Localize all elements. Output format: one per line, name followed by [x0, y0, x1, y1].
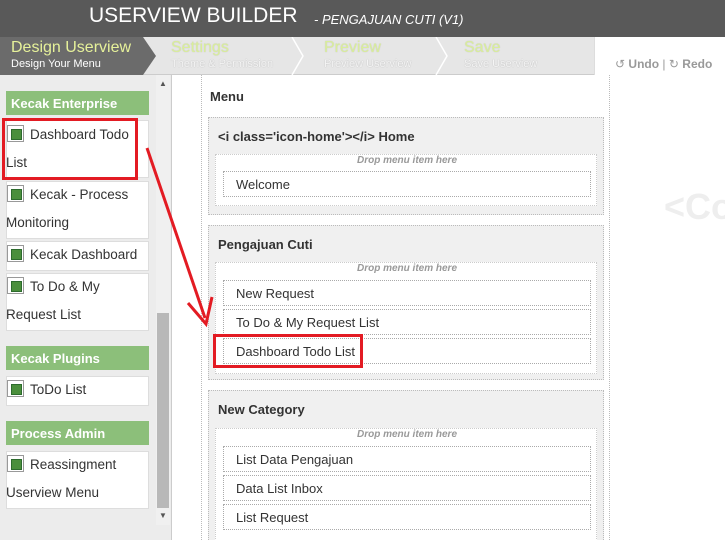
menu-element-icon [7, 277, 24, 294]
palette-item-kecak-dashboard[interactable]: Kecak Dashboard [6, 241, 149, 269]
step-save[interactable]: Save Save Userview [448, 37, 588, 75]
highlight-box-target [213, 334, 363, 368]
undo-button[interactable]: ↺ Undo [615, 57, 659, 71]
palette-item-reassingment-userview-menu[interactable]: Reassingment Userview Menu [6, 451, 149, 507]
undo-icon: ↺ [615, 57, 626, 71]
menu-heading: Menu [210, 89, 244, 104]
drop-hint: Drop menu item here [356, 155, 458, 166]
menu-item-welcome[interactable]: Welcome [223, 171, 591, 197]
drop-hint: Drop menu item here [356, 429, 458, 440]
menu-category-home[interactable]: <i class='icon-home'></i> Home Drop menu… [208, 117, 604, 215]
category-title: New Category [218, 402, 305, 417]
section-kecak-enterprise: Kecak Enterprise [6, 91, 149, 115]
category-title: Pengajuan Cuti [218, 237, 313, 252]
palette-item-todo-my-request-list[interactable]: To Do & My Request List [6, 273, 149, 329]
step-subtitle: Preview Userview [324, 58, 412, 70]
chevron-right-icon [291, 37, 304, 75]
menu-item-todo-my-request-list[interactable]: To Do & My Request List [223, 309, 591, 335]
chevron-right-icon [435, 37, 448, 75]
category-drop-zone: Drop menu item here Welcome [215, 154, 597, 206]
category-title: <i class='icon-home'></i> Home [218, 129, 415, 144]
palette-item-label: Kecak Dashboard [30, 247, 138, 262]
palette-item-kecak-process-monitoring[interactable]: Kecak - Process Monitoring [6, 181, 149, 237]
drop-hint: Drop menu item here [356, 263, 458, 274]
undo-redo-area: ↺ Undo | ↻ Redo [594, 37, 725, 75]
scroll-up-icon[interactable]: ▲ [159, 79, 167, 88]
step-subtitle: Theme & Permission [171, 58, 274, 70]
palette-item-label: Kecak - Process Monitoring [6, 187, 129, 230]
step-preview[interactable]: Preview Preview Userview [304, 37, 442, 75]
step-title: Design Userview [11, 39, 132, 56]
menu-element-icon [7, 455, 24, 472]
sidebar-scrollbar[interactable]: ▲ ▼ [156, 75, 170, 525]
menu-item-data-list-inbox[interactable]: Data List Inbox [223, 475, 591, 501]
section-process-admin: Process Admin [6, 421, 149, 445]
step-subtitle: Save Userview [464, 58, 538, 70]
step-settings[interactable]: Settings Theme & Permission [156, 37, 300, 75]
redo-button[interactable]: ↻ Redo [669, 57, 712, 71]
menu-element-icon [7, 245, 24, 262]
menu-category-new-category[interactable]: New Category Drop menu item here List Da… [208, 390, 604, 540]
step-title: Save [464, 39, 501, 56]
toolbar-separator: | [662, 57, 666, 71]
menu-item-list-data-pengajuan[interactable]: List Data Pengajuan [223, 446, 591, 472]
step-subtitle: Design Your Menu [11, 58, 101, 70]
menu-element-icon [7, 380, 24, 397]
step-title: Settings [171, 39, 229, 56]
background-content-text: <Co [664, 186, 725, 227]
step-title: Preview [324, 39, 381, 56]
step-design-userview[interactable]: Design Userview Design Your Menu [0, 37, 156, 75]
app-title: USERVIEW BUILDER [89, 4, 298, 27]
highlight-box-source [2, 118, 138, 180]
category-drop-zone: Drop menu item here List Data Pengajuan … [215, 428, 597, 540]
top-bar: USERVIEW BUILDER - PENGAJUAN CUTI (V1) [0, 0, 725, 37]
menu-item-new-request[interactable]: New Request [223, 280, 591, 306]
redo-icon: ↻ [668, 57, 679, 71]
menu-element-icon [7, 185, 24, 202]
step-nav: Design Userview Design Your Menu Setting… [0, 37, 725, 75]
menu-item-list-request[interactable]: List Request [223, 504, 591, 530]
scroll-down-icon[interactable]: ▼ [159, 511, 167, 520]
palette-item-todo-list[interactable]: ToDo List [6, 376, 149, 404]
palette-item-label: ToDo List [30, 382, 87, 397]
app-subtitle: - PENGAJUAN CUTI (V1) [314, 12, 464, 27]
scrollbar-thumb[interactable] [157, 313, 169, 508]
section-kecak-plugins: Kecak Plugins [6, 346, 149, 370]
